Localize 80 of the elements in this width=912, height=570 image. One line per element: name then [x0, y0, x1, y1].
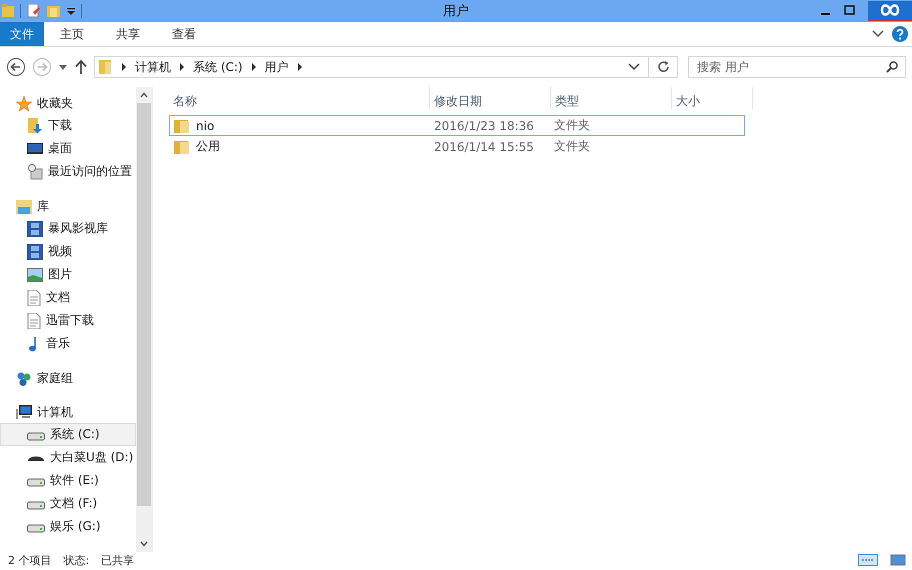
- monitor-icon: [27, 142, 43, 156]
- download-icon: [27, 118, 43, 134]
- status-text: 状态:: [64, 552, 90, 568]
- nav-item[interactable]: 文档: [0, 286, 136, 309]
- close-button[interactable]: [868, 1, 912, 21]
- nav-item[interactable]: 下载: [0, 114, 136, 137]
- nav-group-item[interactable]: 计算机: [0, 402, 136, 423]
- modified-date: 2016/1/23 18:36: [433, 118, 535, 132]
- ribbon-tab[interactable]: 主页: [44, 22, 100, 46]
- column-header[interactable]: 名称: [169, 87, 430, 109]
- up-arrow-icon[interactable]: [74, 59, 88, 75]
- chevron-right-icon[interactable]: [250, 63, 257, 71]
- address-bar[interactable]: 计算机 系统 (C:) 用户: [94, 56, 678, 78]
- scroll-up-icon[interactable]: [140, 92, 148, 98]
- recent-places-icon: [27, 164, 43, 180]
- file-type: 文件夹: [553, 138, 591, 155]
- window-title: 用户: [443, 3, 469, 20]
- nav-item[interactable]: 视频: [0, 240, 136, 263]
- nav-item[interactable]: 大白菜U盘 (D:): [0, 446, 136, 469]
- breadcrumb[interactable]: 计算机: [135, 58, 171, 76]
- nav-item[interactable]: 系统 (C:): [0, 423, 136, 446]
- file-row[interactable]: nio 2016/1/23 18:36 文件夹: [169, 115, 745, 136]
- details-view-icon[interactable]: [858, 554, 878, 566]
- picture-icon: [27, 268, 43, 282]
- folder-icon: [174, 140, 190, 154]
- nav-item[interactable]: 桌面: [0, 137, 136, 160]
- dropdown-icon[interactable]: [628, 63, 640, 71]
- nav-group-item[interactable]: 家庭组: [0, 368, 136, 389]
- nav-item[interactable]: 音乐: [0, 332, 136, 355]
- homegroup-icon: [16, 370, 32, 386]
- file-name: nio: [196, 118, 214, 132]
- film-icon: [27, 244, 43, 260]
- nav-group-item[interactable]: 库: [0, 196, 136, 217]
- expand-ribbon-icon[interactable]: [872, 29, 884, 39]
- search-icon: [886, 61, 898, 73]
- column-header[interactable]: 大小: [672, 87, 753, 109]
- breadcrumb[interactable]: 系统 (C:): [193, 58, 243, 76]
- history-dropdown-icon[interactable]: [58, 63, 68, 71]
- infinity-icon: [879, 3, 901, 17]
- modified-date: 2016/1/14 15:55: [433, 140, 535, 154]
- star-icon: [16, 96, 32, 112]
- thumbnail-view-icon[interactable]: [890, 554, 906, 566]
- film-icon: [27, 220, 43, 236]
- ribbon-tab[interactable]: 共享: [100, 22, 156, 46]
- dropdown-icon[interactable]: [67, 6, 75, 16]
- nav-item[interactable]: 软件 (E:): [0, 469, 136, 492]
- help-icon[interactable]: [892, 26, 908, 42]
- file-row[interactable]: 公用 2016/1/14 15:55 文件夹: [169, 136, 745, 157]
- chevron-right-icon[interactable]: [179, 63, 185, 71]
- status-text: 2 个项目: [8, 552, 52, 568]
- chevron-right-icon[interactable]: [296, 63, 303, 71]
- folder-icon: [99, 59, 113, 75]
- back-icon[interactable]: [6, 57, 26, 77]
- file-type: 文件夹: [553, 117, 591, 134]
- column-header[interactable]: 修改日期: [430, 87, 551, 109]
- search-field[interactable]: 搜索 用户: [688, 56, 906, 78]
- status-text: 已共享: [101, 552, 134, 568]
- scroll-down-icon[interactable]: [140, 541, 148, 547]
- folder-icon: [174, 118, 190, 132]
- chevron-right-icon[interactable]: [121, 63, 127, 71]
- column-header[interactable]: 类型: [551, 87, 672, 109]
- nav-item[interactable]: 最近访问的位置: [0, 160, 136, 183]
- scrollbar-thumb[interactable]: [137, 103, 151, 506]
- document-icon: [27, 290, 41, 306]
- nav-item[interactable]: 暴风影视库: [0, 217, 136, 240]
- breadcrumb[interactable]: 用户: [264, 58, 289, 76]
- nav-group-item[interactable]: 收藏夹: [0, 93, 136, 114]
- scrollbar[interactable]: [136, 87, 152, 552]
- computer-icon: [16, 405, 32, 420]
- nav-item[interactable]: 文档 (F:): [0, 492, 136, 515]
- refresh-icon[interactable]: [657, 60, 671, 74]
- nav-item[interactable]: 迅雷下载: [0, 309, 136, 332]
- nav-item[interactable]: 图片: [0, 263, 136, 286]
- file-name: 公用: [196, 138, 220, 155]
- maximize-icon[interactable]: [844, 5, 856, 17]
- ribbon-tab[interactable]: 查看: [156, 22, 212, 46]
- nav-item[interactable]: 娱乐 (G:): [0, 515, 136, 538]
- document-icon: [27, 312, 41, 328]
- properties-icon[interactable]: [27, 4, 41, 18]
- library-icon: [16, 200, 32, 214]
